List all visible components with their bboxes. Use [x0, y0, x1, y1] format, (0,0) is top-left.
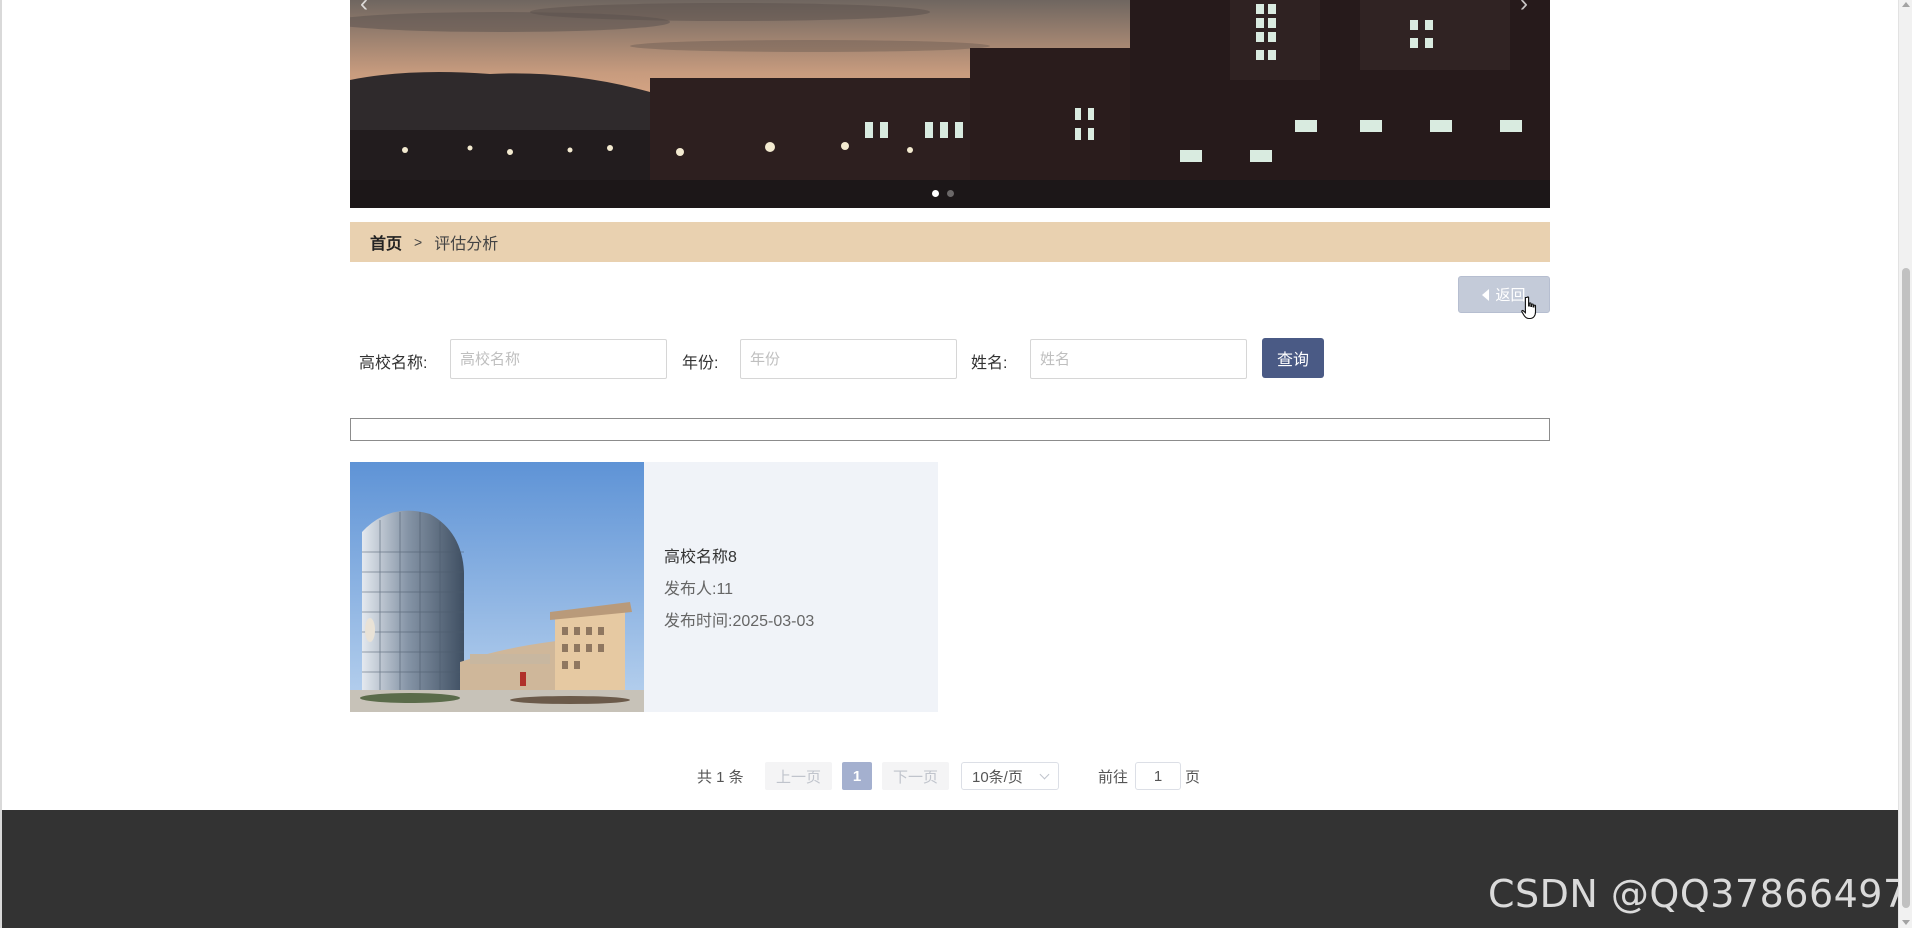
scroll-down-arrow-icon[interactable]	[1902, 920, 1910, 925]
campus-night-photo	[350, 0, 1550, 208]
year-label: 年份:	[682, 355, 719, 372]
breadcrumb-current: 评估分析	[434, 236, 499, 253]
breadcrumb: 首页 > 评估分析	[350, 222, 1550, 262]
pagination-next-button[interactable]: 下一页	[882, 762, 949, 790]
card-title: 高校名称8	[664, 549, 737, 566]
carousel-dot-2[interactable]	[947, 190, 954, 197]
content-divider-box	[350, 418, 1550, 441]
pagination-page-1[interactable]: 1	[842, 762, 872, 790]
page-size-select[interactable]: 10条/页	[961, 762, 1059, 790]
banner-carousel[interactable]: ‹ ›	[350, 0, 1550, 208]
name-label: 姓名:	[971, 355, 1008, 372]
carousel-prev-arrow[interactable]: ‹	[360, 0, 380, 16]
caret-left-icon	[1482, 288, 1490, 301]
pagination-jump-input[interactable]	[1135, 762, 1181, 790]
card-info: 高校名称8 发布人:11 发布时间:2025-03-03	[644, 462, 814, 712]
result-card[interactable]: 高校名称8 发布人:11 发布时间:2025-03-03	[350, 462, 938, 712]
scroll-up-arrow-icon[interactable]	[1902, 2, 1910, 7]
query-button[interactable]: 查询	[1262, 338, 1324, 378]
school-name-label: 高校名称:	[359, 355, 428, 372]
school-name-input[interactable]	[450, 339, 667, 379]
pagination-goto-label: 前往	[1098, 768, 1129, 786]
breadcrumb-separator: >	[414, 234, 423, 250]
carousel-indicators	[932, 190, 954, 197]
carousel-dot-1[interactable]	[932, 190, 939, 197]
csdn-watermark: CSDN @QQ3786649731	[1488, 872, 1912, 916]
name-input[interactable]	[1030, 339, 1247, 379]
chevron-down-icon	[1039, 769, 1050, 779]
breadcrumb-home-link[interactable]: 首页	[370, 230, 402, 254]
card-publish-time: 发布时间:2025-03-03	[664, 613, 815, 630]
pagination-page-suffix: 页	[1185, 768, 1201, 786]
school-building-image	[350, 462, 644, 712]
page-left-border	[0, 0, 2, 928]
hand-cursor-icon	[1521, 296, 1537, 320]
pagination-prev-button[interactable]: 上一页	[765, 762, 832, 790]
year-input[interactable]	[740, 339, 957, 379]
card-publisher: 发布人:11	[664, 581, 734, 598]
pagination-total: 共 1 条	[697, 768, 744, 786]
scrollbar-thumb[interactable]	[1902, 268, 1910, 908]
carousel-next-arrow[interactable]: ›	[1520, 0, 1540, 16]
vertical-scrollbar[interactable]	[1898, 0, 1912, 928]
page-size-value: 10条/页	[972, 768, 1023, 786]
